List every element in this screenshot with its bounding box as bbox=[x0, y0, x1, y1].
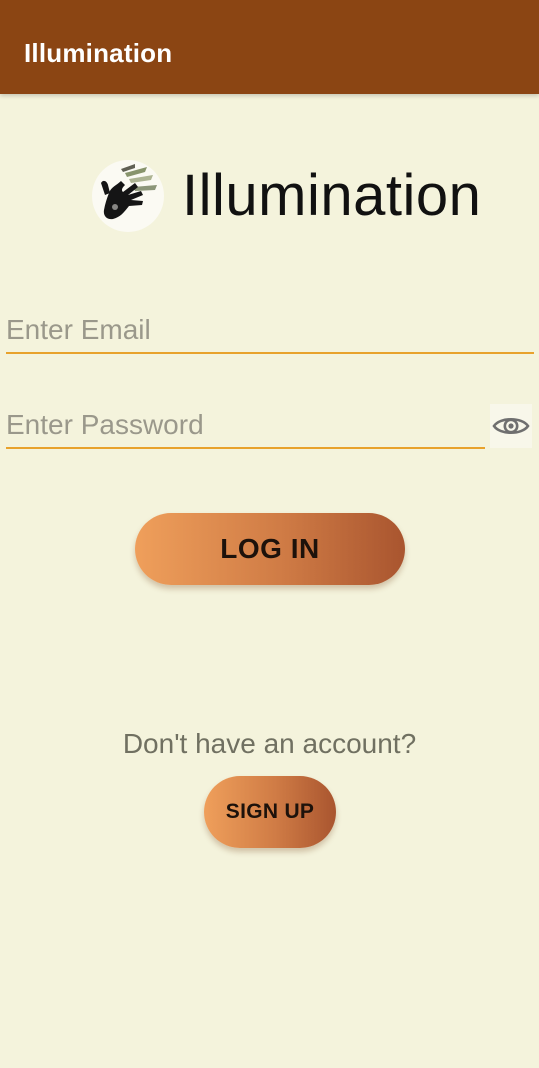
password-field-container bbox=[6, 403, 485, 449]
app-bar-title: Illumination bbox=[24, 38, 173, 68]
app-bar: Illumination bbox=[0, 0, 539, 94]
signup-prompt: Don't have an account? bbox=[122, 728, 417, 759]
signup-button[interactable]: SIGN UP bbox=[204, 776, 336, 848]
email-field-container bbox=[6, 308, 534, 354]
hand-sign-icon bbox=[92, 160, 164, 232]
eye-icon bbox=[492, 417, 530, 435]
email-input[interactable] bbox=[6, 308, 534, 352]
logo: Illumination bbox=[92, 158, 481, 234]
password-visibility-toggle[interactable] bbox=[490, 404, 532, 448]
login-button[interactable]: LOG IN bbox=[135, 513, 405, 585]
logo-text: Illumination bbox=[182, 163, 482, 228]
password-input[interactable] bbox=[6, 403, 485, 447]
